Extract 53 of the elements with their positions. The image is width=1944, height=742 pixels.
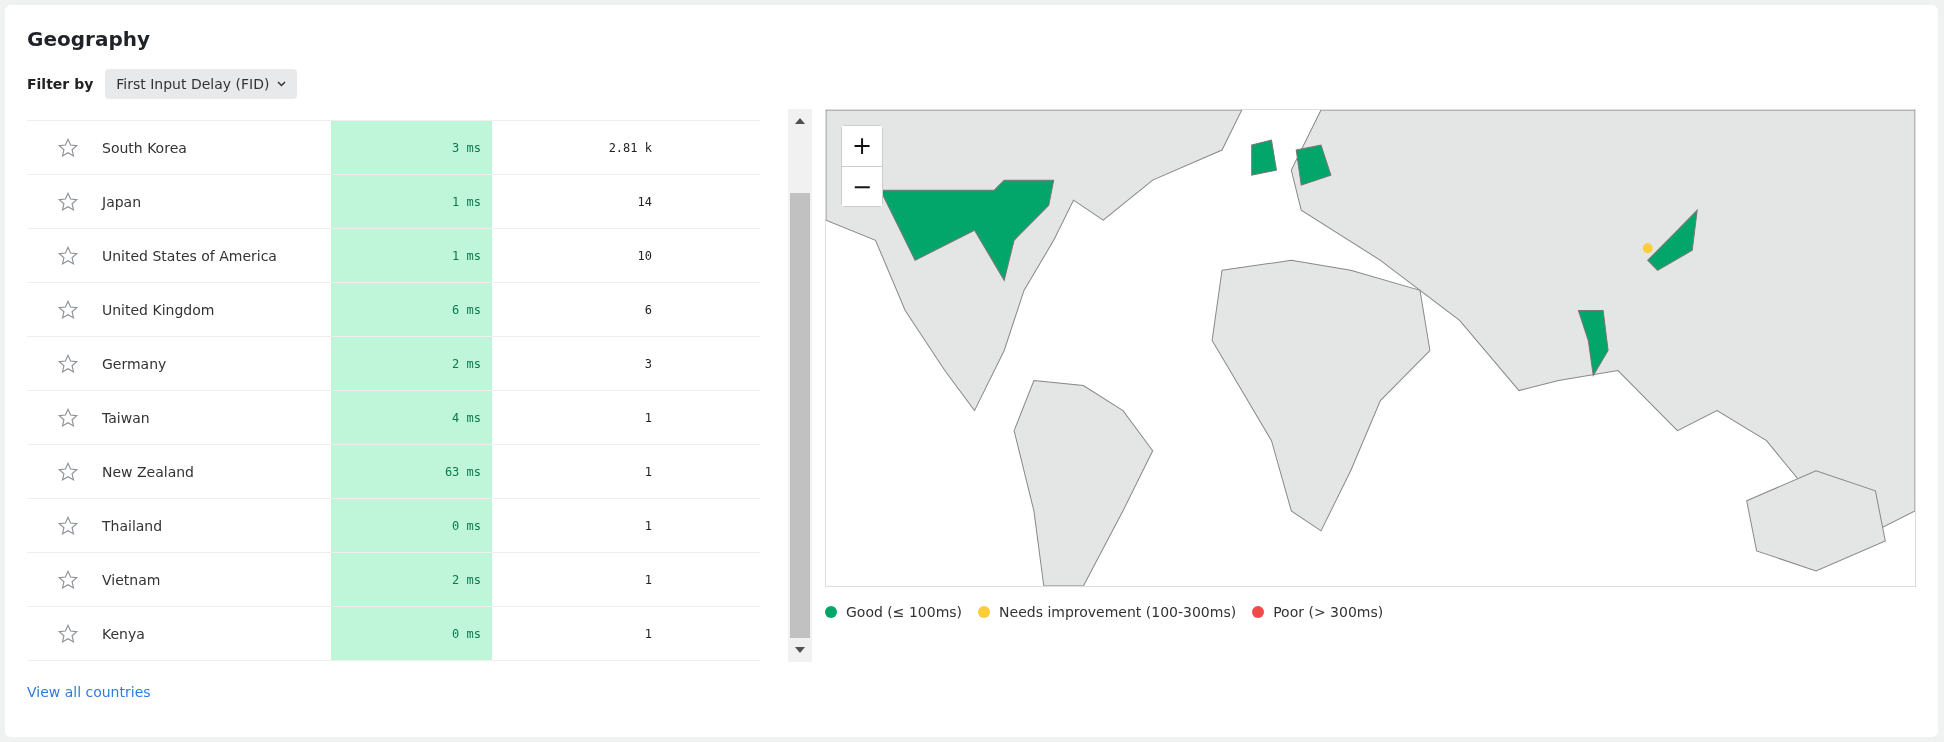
country-name: Taiwan [102, 409, 151, 426]
country-name: Vietnam [102, 571, 162, 588]
legend-label: Poor (> 300ms) [1273, 604, 1384, 620]
count-cell-text: 6 [643, 302, 652, 317]
count-cell-text: 1 [643, 572, 652, 587]
metric-cell: 1 ms [331, 229, 492, 282]
metric-cell: 6 ms [331, 283, 492, 336]
star-icon[interactable] [57, 352, 79, 375]
metric-cell: 3 ms [331, 121, 492, 174]
count-cell-text: 1 [643, 410, 652, 425]
count-cell-text: 14 [636, 194, 652, 209]
metric-cell: 0 ms [331, 499, 492, 552]
section-title: Geography [27, 27, 151, 53]
metric-cell: 2 ms [331, 337, 492, 390]
legend-label: Needs improvement (100-300ms) [999, 604, 1237, 620]
star-icon[interactable] [57, 298, 79, 321]
scroll-up-icon[interactable] [795, 118, 805, 124]
filter-dropdown[interactable]: First Input Delay (FID) [105, 69, 298, 99]
star-icon[interactable] [57, 622, 79, 645]
scrollbar-thumb[interactable] [790, 193, 810, 638]
scrollbar[interactable] [788, 109, 812, 662]
country-name: Japan [102, 193, 143, 210]
count-cell-text: 3 [643, 356, 652, 371]
count-cell-text: 10 [636, 248, 652, 263]
zoom-out-button[interactable]: − [842, 166, 882, 206]
country-name: United States of America [102, 247, 278, 264]
country-name: Germany [102, 355, 168, 372]
count-cell-text: 1 [643, 626, 652, 641]
count-cell-text: 2.81 k [607, 140, 652, 155]
legend-label: Good (≤ 100ms) [846, 604, 963, 620]
metric-cell: 1 ms [331, 175, 492, 228]
view-all-link[interactable]: View all countries [27, 684, 151, 700]
star-icon[interactable] [57, 136, 79, 159]
star-icon[interactable] [57, 568, 79, 591]
count-cell-text: 1 [643, 518, 652, 533]
country-name: South Korea [102, 139, 188, 156]
country-name: Kenya [102, 625, 146, 642]
star-icon[interactable] [57, 190, 79, 213]
metric-cell: 2 ms [331, 553, 492, 606]
chevron-down-icon [277, 81, 287, 87]
star-icon[interactable] [57, 514, 79, 537]
metric-cell: 0 ms [331, 607, 492, 660]
star-icon[interactable] [57, 406, 79, 429]
country-name: Thailand [102, 517, 164, 534]
metric-cell: 63 ms [331, 445, 492, 498]
scroll-down-icon[interactable] [795, 647, 805, 653]
star-icon[interactable] [57, 244, 79, 267]
filter-label: Filter by [27, 76, 94, 92]
country-name: United Kingdom [102, 301, 216, 318]
country-name: New Zealand [102, 463, 195, 480]
count-cell-text: 1 [643, 464, 652, 479]
metric-cell: 4 ms [331, 391, 492, 444]
star-icon[interactable] [57, 460, 79, 483]
